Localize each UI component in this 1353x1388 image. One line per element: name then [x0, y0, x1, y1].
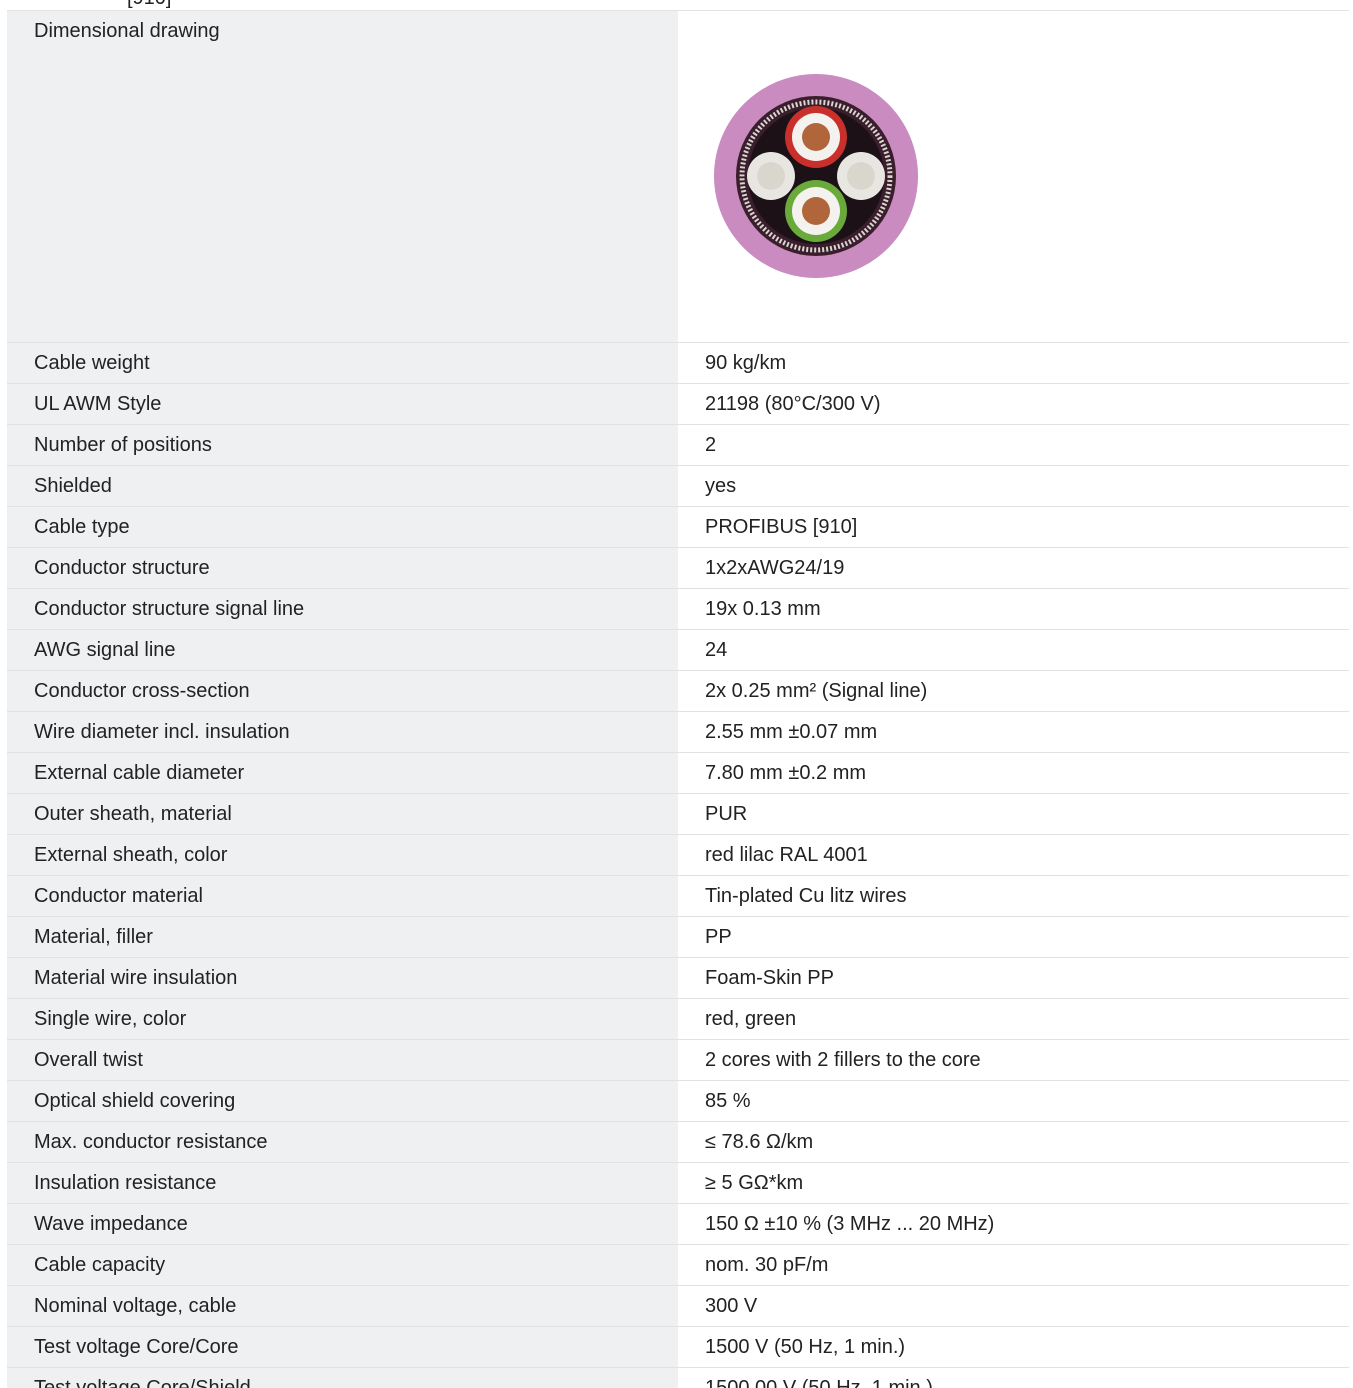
row-value: 2.55 mm ±0.07 mm	[678, 711, 1349, 753]
table-row: Single wire, color red, green	[7, 998, 1349, 1040]
table-row: AWG signal line 24	[7, 629, 1349, 671]
row-value: 90 kg/km	[678, 342, 1349, 384]
table-row: Shielded yes	[7, 465, 1349, 507]
row-label: Cable weight	[7, 342, 678, 384]
row-value: red, green	[678, 998, 1349, 1040]
row-value: PUR	[678, 793, 1349, 835]
row-value: PP	[678, 916, 1349, 958]
row-label: Single wire, color	[7, 998, 678, 1040]
row-value: Tin-plated Cu litz wires	[678, 875, 1349, 917]
row-label: Number of positions	[7, 424, 678, 466]
row-value: 85 %	[678, 1080, 1349, 1122]
previous-row-text: [910]	[127, 0, 171, 10]
table-row: Cable type PROFIBUS [910]	[7, 506, 1349, 548]
row-label: Conductor cross-section	[7, 670, 678, 712]
row-value: 19x 0.13 mm	[678, 588, 1349, 630]
row-value: 7.80 mm ±0.2 mm	[678, 752, 1349, 794]
row-label: Max. conductor resistance	[7, 1121, 678, 1163]
row-value: 2	[678, 424, 1349, 466]
table-row: Conductor cross-section 2x 0.25 mm² (Sign…	[7, 670, 1349, 712]
table-row: Overall twist 2 cores with 2 fillers to t…	[7, 1039, 1349, 1081]
table-row: Insulation resistance ≥ 5 GΩ*km	[7, 1162, 1349, 1204]
table-row: Conductor structure signal line 19x 0.13 …	[7, 588, 1349, 630]
table-row: UL AWM Style 21198 (80°C/300 V)	[7, 383, 1349, 425]
table-row: Material, filler PP	[7, 916, 1349, 958]
row-value: ≤ 78.6 Ω/km	[678, 1121, 1349, 1163]
row-value: Foam-Skin PP	[678, 957, 1349, 999]
drawing-cell	[678, 11, 1349, 343]
row-label: Conductor structure signal line	[7, 588, 678, 630]
row-label: Test voltage Core/Shield	[7, 1367, 678, 1388]
row-label: Optical shield covering	[7, 1080, 678, 1122]
table-row: Conductor material Tin-plated Cu litz wir…	[7, 875, 1349, 917]
table-row: External cable diameter 7.80 mm ±0.2 mm	[7, 752, 1349, 794]
row-value: yes	[678, 465, 1349, 507]
table-row: Material wire insulation Foam-Skin PP	[7, 957, 1349, 999]
technical-data-table: Dimensional drawing Cable weight 90 kg/k…	[7, 11, 1349, 1388]
row-label: Material, filler	[7, 916, 678, 958]
row-value: 1500 V (50 Hz, 1 min.)	[678, 1326, 1349, 1368]
row-label: Dimensional drawing	[7, 11, 678, 343]
row-value: 150 Ω ±10 % (3 MHz ... 20 MHz)	[678, 1203, 1349, 1245]
row-label: Cable capacity	[7, 1244, 678, 1286]
table-row: Wave impedance 150 Ω ±10 % (3 MHz ... 20 …	[7, 1203, 1349, 1245]
row-value: 2 cores with 2 fillers to the core	[678, 1039, 1349, 1081]
row-label: External cable diameter	[7, 752, 678, 794]
table-row: Conductor structure 1x2xAWG24/19	[7, 547, 1349, 589]
table-row: Test voltage Core/Shield 1500.00 V (50 Hz…	[7, 1367, 1349, 1388]
row-label: Nominal voltage, cable	[7, 1285, 678, 1327]
row-value: nom. 30 pF/m	[678, 1244, 1349, 1286]
row-value: 300 V	[678, 1285, 1349, 1327]
row-label: Shielded	[7, 465, 678, 507]
table-row: External sheath, color red lilac RAL 4001	[7, 834, 1349, 876]
row-label: External sheath, color	[7, 834, 678, 876]
row-value: 1x2xAWG24/19	[678, 547, 1349, 589]
row-label: Material wire insulation	[7, 957, 678, 999]
table-row: Number of positions 2	[7, 424, 1349, 466]
row-value: 24	[678, 629, 1349, 671]
previous-row-remnant: [910]	[7, 0, 1349, 11]
table-row: Max. conductor resistance ≤ 78.6 Ω/km	[7, 1121, 1349, 1163]
row-label: AWG signal line	[7, 629, 678, 671]
row-value: 1500.00 V (50 Hz, 1 min.)	[678, 1367, 1349, 1388]
table-row: Test voltage Core/Core 1500 V (50 Hz, 1 m…	[7, 1326, 1349, 1368]
row-label: Conductor structure	[7, 547, 678, 589]
cable-cross-section-icon	[714, 74, 918, 278]
table-row: Wire diameter incl. insulation 2.55 mm ±0…	[7, 711, 1349, 753]
row-label: Wave impedance	[7, 1203, 678, 1245]
row-label: Overall twist	[7, 1039, 678, 1081]
row-value: ≥ 5 GΩ*km	[678, 1162, 1349, 1204]
table-row: Cable capacity nom. 30 pF/m	[7, 1244, 1349, 1286]
table-row: Nominal voltage, cable 300 V	[7, 1285, 1349, 1327]
row-label: Outer sheath, material	[7, 793, 678, 835]
row-label: Cable type	[7, 506, 678, 548]
row-label: Test voltage Core/Core	[7, 1326, 678, 1368]
table-row: Outer sheath, material PUR	[7, 793, 1349, 835]
row-value: 21198 (80°C/300 V)	[678, 383, 1349, 425]
table-row: Cable weight 90 kg/km	[7, 342, 1349, 384]
row-label: Insulation resistance	[7, 1162, 678, 1204]
row-value: PROFIBUS [910]	[678, 506, 1349, 548]
row-label: UL AWM Style	[7, 383, 678, 425]
spec-page: [910] Dimensional drawing	[0, 0, 1353, 1388]
row-value: red lilac RAL 4001	[678, 834, 1349, 876]
row-value: 2x 0.25 mm² (Signal line)	[678, 670, 1349, 712]
table-row: Optical shield covering 85 %	[7, 1080, 1349, 1122]
row-label: Conductor material	[7, 875, 678, 917]
row-label: Wire diameter incl. insulation	[7, 711, 678, 753]
table-row-dimensional-drawing: Dimensional drawing	[7, 11, 1349, 343]
